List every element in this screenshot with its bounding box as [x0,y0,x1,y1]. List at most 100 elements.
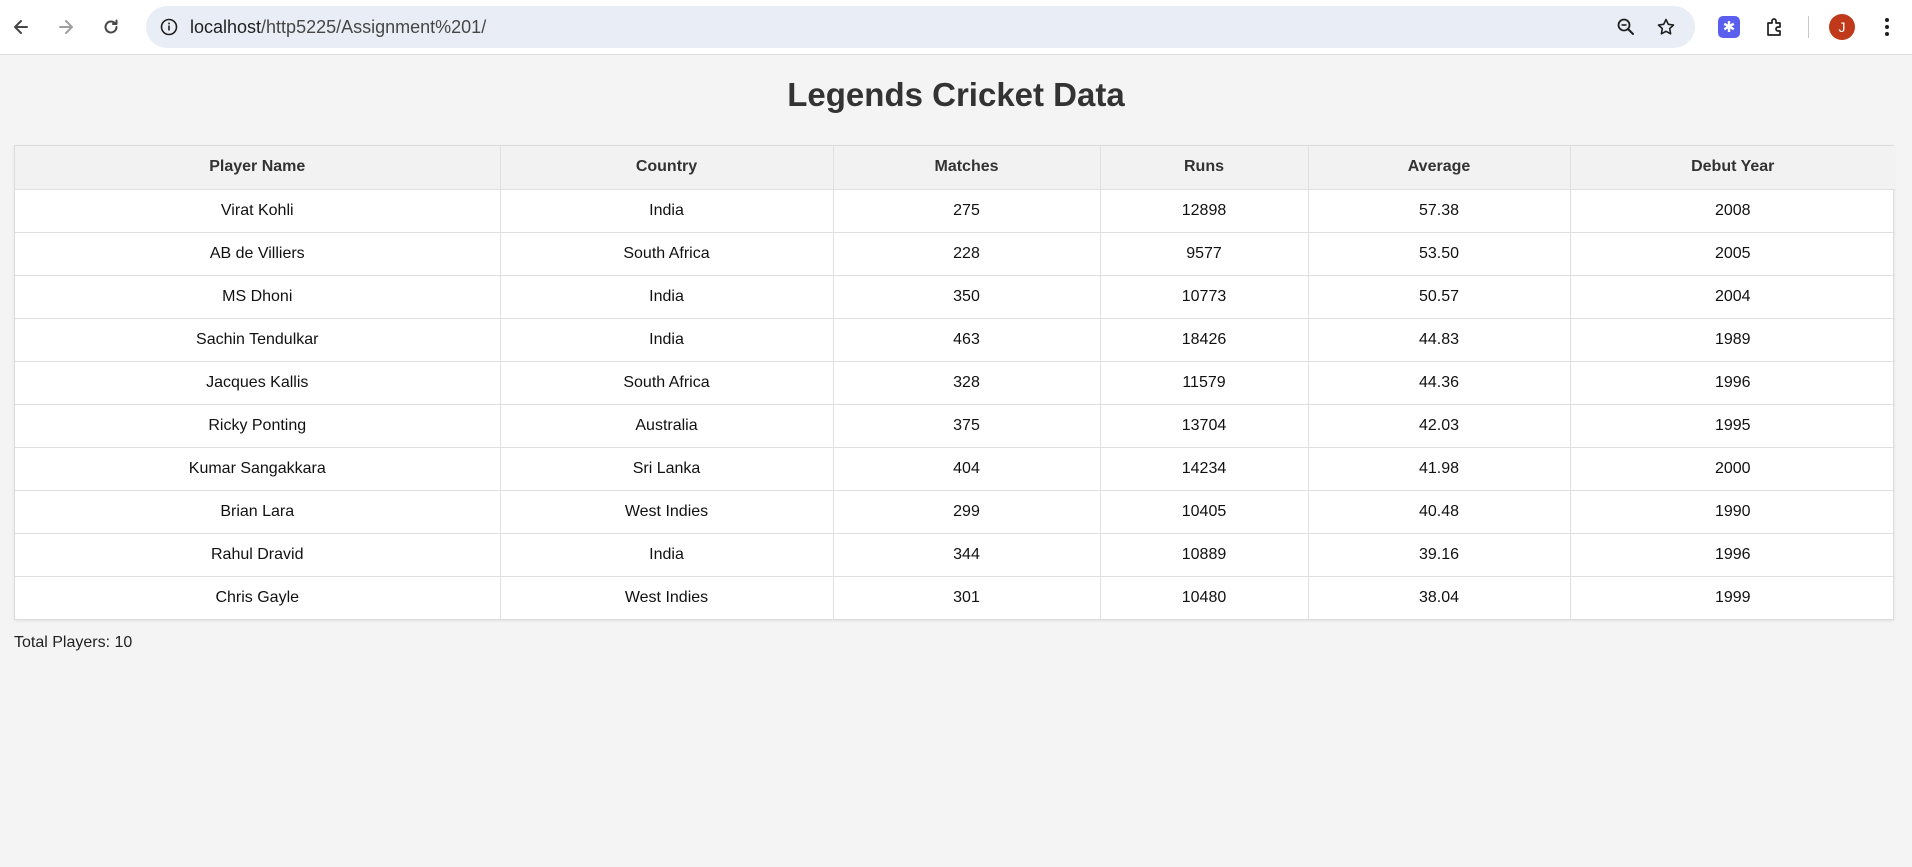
bookmark-star-icon [1657,18,1675,35]
site-info-button[interactable] [156,14,182,40]
extensions-menu-button[interactable] [1757,9,1793,45]
cell-runs: 10480 [1100,576,1309,619]
cell-player-name: AB de Villiers [15,232,501,276]
cell-country: India [500,275,834,319]
table-row: Sachin Tendulkar India 463 18426 44.83 1989 [15,318,1895,362]
reload-button[interactable] [93,9,129,45]
cell-matches: 299 [833,490,1101,534]
cell-runs: 10405 [1100,490,1309,534]
toolbar-divider [1808,16,1809,38]
cell-player-name: Chris Gayle [15,576,501,619]
header-player-name: Player Name [15,146,501,190]
cell-runs: 12898 [1100,189,1309,233]
table-row: Kumar Sangakkara Sri Lanka 404 14234 41.98 20… [15,447,1895,491]
header-runs: Runs [1100,146,1309,190]
zoom-button[interactable] [1613,14,1639,40]
cell-player-name: Jacques Kallis [15,361,501,405]
cell-runs: 18426 [1100,318,1309,362]
cell-matches: 344 [833,533,1101,577]
avatar[interactable]: J [1829,14,1855,40]
cell-player-name: Ricky Ponting [15,404,501,448]
cell-runs: 10773 [1100,275,1309,319]
cell-debut-year: 1999 [1714,588,1751,606]
cell-player-name: Virat Kohli [15,189,501,233]
cell-player-name: MS Dhoni [15,275,501,319]
cell-player-name: Sachin Tendulkar [15,318,501,362]
extension-button[interactable]: ✱ [1711,9,1747,45]
url-path: /http5225/Assignment%201/ [261,17,487,37]
cell-player-name: Kumar Sangakkara [15,447,501,491]
cell-runs: 10889 [1100,533,1309,577]
menu-dots-icon [1885,18,1889,36]
cell-country: West Indies [500,576,834,619]
cell-debut-year: 1989 [1570,318,1895,362]
cell-debut-year: 2000 [1570,447,1895,491]
table-row: Jacques Kallis South Africa 328 11579 44.36 1… [15,361,1895,405]
address-bar[interactable]: localhost/http5225/Assignment%201/ [146,6,1695,48]
table-row: Ricky Ponting Australia 375 13704 42.03 1995 [15,404,1895,448]
cell-debut-year: 2005 [1570,232,1895,276]
table-row: Virat Kohli India 275 12898 57.38 2008 [15,189,1895,233]
cell-debut-year: 1990 [1570,490,1895,534]
total-players: Total Players: 10 [14,634,133,651]
cell-debut-year: 1996 [1570,361,1895,405]
header-matches: Matches [833,146,1101,190]
cell-matches: 404 [833,447,1101,491]
puzzle-icon [1767,18,1781,36]
cell-matches: 301 [833,576,1101,619]
cell-average: 38.04 [1308,576,1571,619]
extension-icon: ✱ [1718,16,1740,38]
table-row: Brian Lara West Indies 299 10405 40.48 1990 [15,490,1895,534]
table-row: Chris Gayle West Indies 301 10480 38.04 1999 [15,576,1895,619]
cell-average: 40.48 [1308,490,1571,534]
cell-player-name: Rahul Dravid [15,533,501,577]
cell-country: India [500,189,834,233]
cell-country: South Africa [500,361,834,405]
page-title: Legends Cricket Data [787,76,1125,113]
browser-menu-button[interactable] [1869,9,1905,45]
table-body: Virat Kohli India 275 12898 57.38 2008 AB de V… [15,189,1895,619]
cell-matches: 375 [833,404,1101,448]
reload-icon [104,19,118,34]
cell-country: South Africa [500,232,834,276]
cell-debut-year: 1995 [1570,404,1895,448]
url-text[interactable]: localhost/http5225/Assignment%201/ [190,17,486,38]
table-row: MS Dhoni India 350 10773 50.57 2004 [15,275,1895,319]
cell-average: 44.36 [1308,361,1571,405]
table-row: AB de Villiers South Africa 228 9577 53.50 20… [15,232,1895,276]
cell-average: 39.16 [1308,533,1571,577]
cell-runs: 14234 [1100,447,1309,491]
cell-country: India [500,318,834,362]
table-row: Rahul Dravid India 344 10889 39.16 1996 [15,533,1895,577]
cell-runs: 11579 [1100,361,1309,405]
forward-icon [59,20,73,34]
cell-average: 50.57 [1308,275,1571,319]
url-host: localhost [190,17,262,37]
cell-runs: 13704 [1100,404,1309,448]
forward-button[interactable] [48,9,84,45]
cell-matches: 350 [833,275,1101,319]
cell-average: 44.83 [1308,318,1571,362]
cell-matches: 275 [833,189,1101,233]
players-table: Player Name Country Matches Runs Average… [14,145,1895,620]
cell-average: 53.50 [1308,232,1571,276]
browser-toolbar: localhost/http5225/Assignment%201/ ✱ J [0,0,1912,55]
header-debut-year: Debut Year [1570,146,1895,190]
cell-matches: 228 [833,232,1101,276]
cell-country: West Indies [500,490,834,534]
cell-average: 41.98 [1308,447,1571,491]
zoom-icon [1617,18,1634,35]
back-icon [14,20,28,34]
cell-country: India [500,533,834,577]
cell-country: Australia [500,404,834,448]
cell-debut-year: 1996 [1570,533,1895,577]
cell-debut-year: 2008 [1570,189,1895,233]
table-header-row: Player Name Country Matches Runs Average… [15,146,1895,190]
header-average: Average [1308,146,1571,190]
cell-runs: 9577 [1100,232,1309,276]
cell-average: 57.38 [1308,189,1571,233]
bookmark-button[interactable] [1653,14,1679,40]
cell-country: Sri Lanka [500,447,834,491]
back-button[interactable] [3,9,39,45]
cell-matches: 463 [833,318,1101,362]
